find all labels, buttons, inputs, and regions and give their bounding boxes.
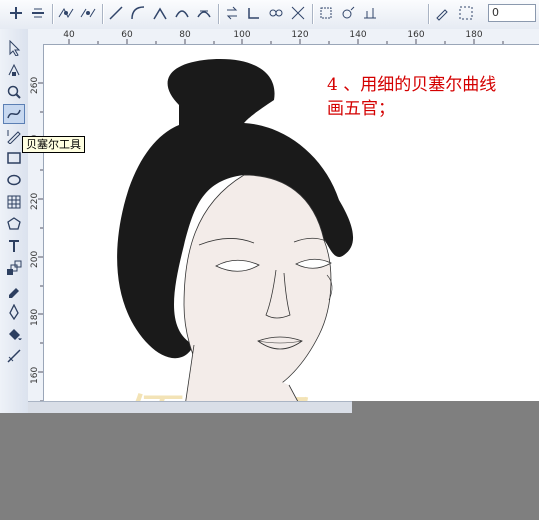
- drawing-canvas[interactable]: 優 錄 4 、用细的贝塞尔曲线 画五官；: [44, 45, 539, 413]
- eyedropper-icon[interactable]: [432, 3, 452, 23]
- ruler-h-label: 180: [465, 30, 483, 40]
- symmetrical-icon[interactable]: [194, 3, 214, 23]
- ruler-v-label: 160: [30, 366, 40, 384]
- align-nodes-icon[interactable]: [338, 3, 358, 23]
- rotate-nodes-icon[interactable]: [316, 3, 336, 23]
- break-curve-icon[interactable]: [78, 3, 98, 23]
- extend-curve-icon[interactable]: [244, 3, 264, 23]
- ruler-h-label: 140: [349, 30, 367, 40]
- zoom-tool-icon[interactable]: [3, 82, 25, 102]
- instruction-text: 4 、用细的贝塞尔曲线 画五官；: [327, 73, 537, 121]
- ruler-v-label: 200: [30, 250, 40, 268]
- delete-node-icon[interactable]: [28, 3, 48, 23]
- pick-tool-icon[interactable]: [3, 38, 25, 58]
- ruler-h-label: 120: [291, 30, 309, 40]
- empty-area: [352, 401, 539, 413]
- polygon-tool-icon[interactable]: [3, 214, 25, 234]
- instruction-line-2: 画五官；: [327, 99, 395, 119]
- select-all-nodes-icon[interactable]: [456, 3, 476, 23]
- ruler-h-label: 80: [179, 30, 191, 40]
- vertical-ruler[interactable]: 260 240 220 200 180 160: [28, 44, 44, 413]
- ruler-v-label: 180: [30, 308, 40, 326]
- interactive-fill-tool-icon[interactable]: [3, 346, 25, 366]
- toolbox: [0, 29, 29, 413]
- tool-tooltip: 贝塞尔工具: [22, 136, 85, 153]
- text-tool-icon[interactable]: [3, 236, 25, 256]
- horizontal-ruler[interactable]: 40 60 80 100 120 140 160 180: [28, 29, 539, 45]
- cusp-icon[interactable]: [150, 3, 170, 23]
- property-value-field[interactable]: 0: [488, 4, 536, 22]
- join-nodes-icon[interactable]: [56, 3, 76, 23]
- ruler-h-label: 60: [121, 30, 133, 40]
- property-bar: 0: [0, 0, 539, 30]
- ruler-h-label: 100: [233, 30, 251, 40]
- empty-area: [0, 413, 539, 520]
- to-curve-icon[interactable]: [128, 3, 148, 23]
- extract-subpath-icon[interactable]: [266, 3, 286, 23]
- stretch-nodes-icon[interactable]: [288, 3, 308, 23]
- table-tool-icon[interactable]: [3, 192, 25, 212]
- ruler-h-label: 160: [407, 30, 425, 40]
- bezier-tool-icon[interactable]: [3, 104, 25, 124]
- smooth-icon[interactable]: [172, 3, 192, 23]
- instruction-line-1: 4 、用细的贝塞尔曲线: [327, 75, 497, 95]
- add-node-icon[interactable]: [6, 3, 26, 23]
- to-line-icon[interactable]: [106, 3, 126, 23]
- fill-tool-icon[interactable]: [3, 324, 25, 344]
- ruler-v-label: 220: [30, 192, 40, 210]
- ellipse-tool-icon[interactable]: [3, 170, 25, 190]
- shape-tool-icon[interactable]: [3, 60, 25, 80]
- eyedropper-tool-icon[interactable]: [3, 280, 25, 300]
- ruler-v-label: 260: [30, 76, 40, 94]
- outline-pen-tool-icon[interactable]: [3, 302, 25, 322]
- interactive-blend-tool-icon[interactable]: [3, 258, 25, 278]
- elastic-mode-icon[interactable]: [360, 3, 380, 23]
- ruler-h-label: 40: [63, 30, 75, 40]
- reverse-direction-icon[interactable]: [222, 3, 242, 23]
